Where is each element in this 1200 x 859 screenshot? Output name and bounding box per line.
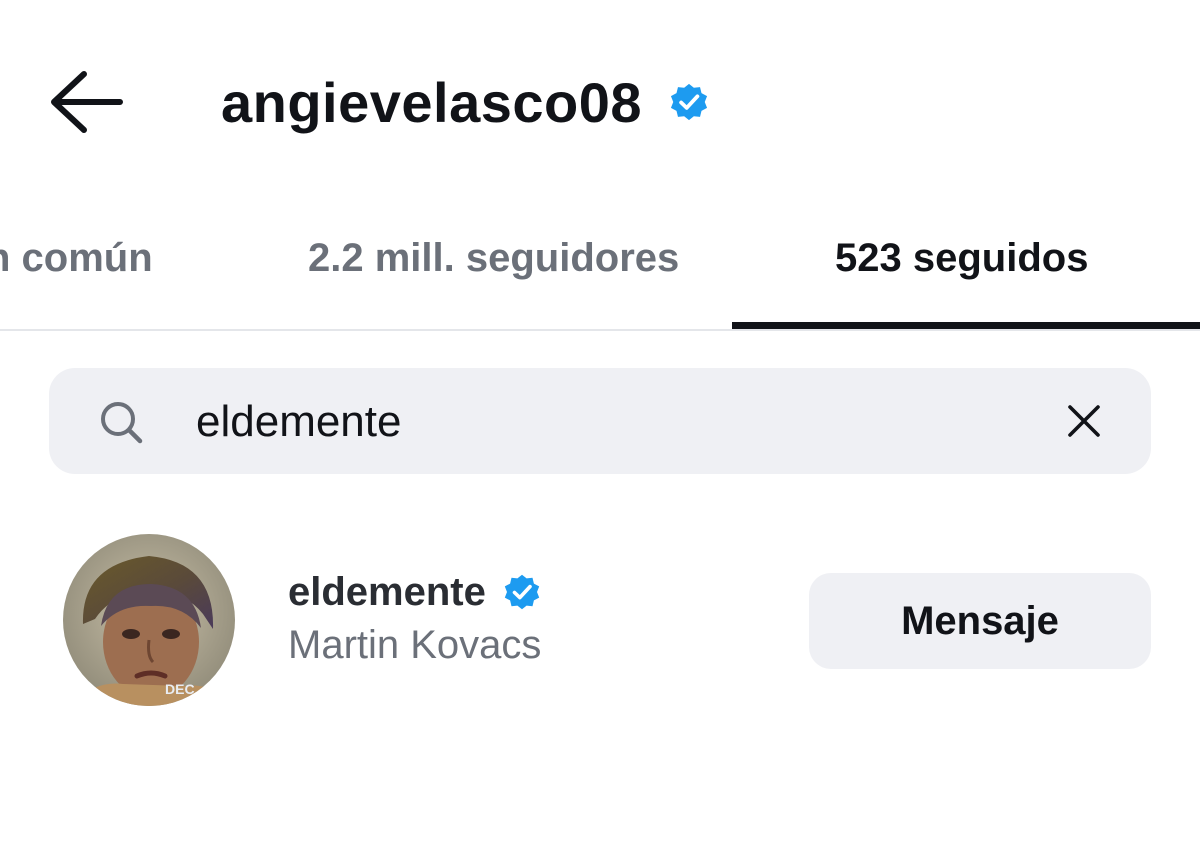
verified-badge-icon [502,572,542,612]
result-full-name: Martin Kovacs [288,623,542,667]
clear-search-button[interactable] [1060,398,1108,444]
message-button[interactable]: Mensaje [809,573,1151,669]
tabs-divider [0,329,1200,331]
list-item[interactable]: DEC eldemente Martin Kovacs Mensaje [0,520,1200,720]
tab-followers[interactable]: 2.2 mill. seguidores [308,232,679,284]
page-title: angievelasco08 [221,70,643,134]
tab-mutual[interactable]: n común [0,232,153,284]
arrow-left-icon [51,71,123,133]
tab-following[interactable]: 523 seguidos [835,232,1088,284]
top-bar: angievelasco08 [0,0,1200,200]
result-username[interactable]: eldemente [288,570,486,615]
search-icon [96,398,148,446]
active-tab-indicator [732,322,1200,329]
back-button[interactable] [44,66,128,138]
verified-badge-icon [668,81,710,123]
avatar-overlay-text: DEC [165,681,195,697]
avatar[interactable]: DEC [63,534,235,706]
close-icon [1068,405,1100,437]
follow-tabs: n común 2.2 mill. seguidores 523 seguido… [0,200,1200,332]
username-group: eldemente [288,566,542,618]
profile-title-group: angievelasco08 [221,66,710,138]
search-input[interactable] [196,392,996,452]
